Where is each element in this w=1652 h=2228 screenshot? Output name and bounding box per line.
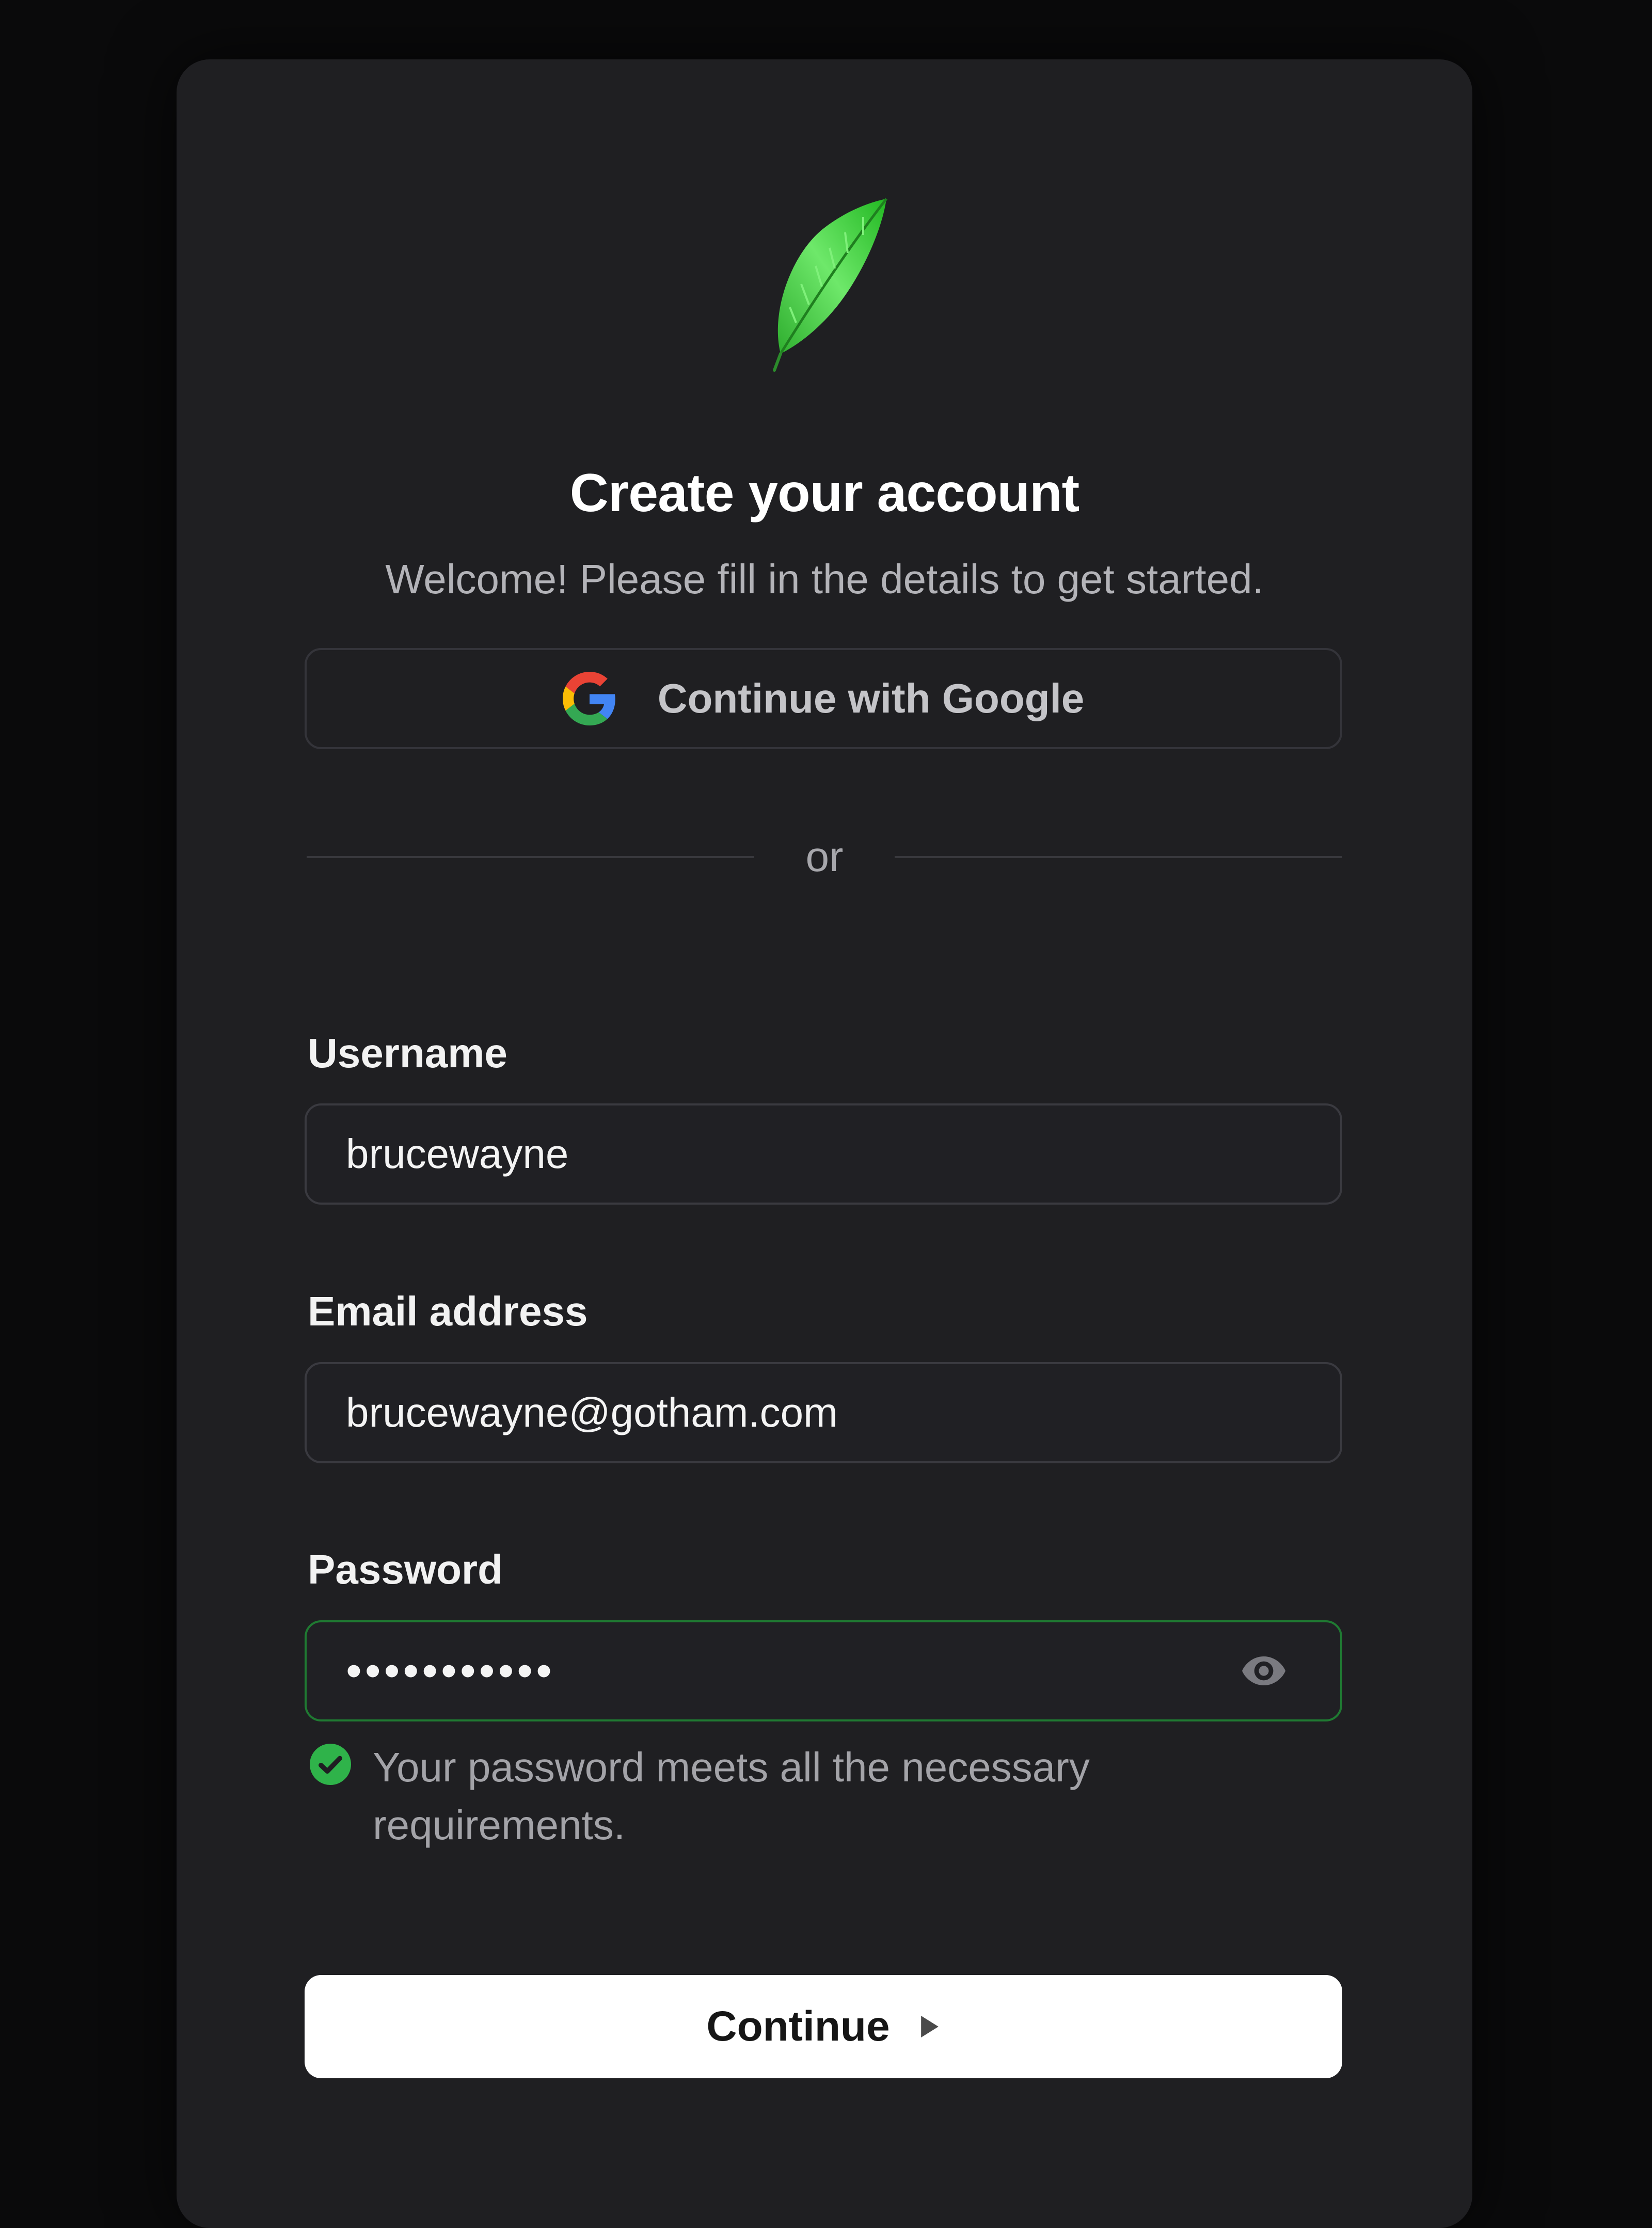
username-input[interactable] (307, 1105, 1340, 1203)
page-title: Create your account (569, 463, 1080, 523)
username-field-box (305, 1103, 1342, 1205)
feather-logo-icon (773, 198, 887, 372)
divider-line-left (307, 856, 754, 858)
password-input[interactable] (307, 1622, 1239, 1719)
check-circle-icon (310, 1744, 351, 1785)
password-field-box (305, 1620, 1342, 1721)
divider-text: or (805, 833, 844, 880)
google-g-icon (562, 672, 615, 725)
username-label: Username (308, 1030, 507, 1076)
page-subtitle: Welcome! Please fill in the details to g… (385, 556, 1264, 602)
divider-line-right (895, 856, 1343, 858)
password-label: Password (308, 1546, 503, 1592)
continue-button-label: Continue (706, 2003, 890, 2050)
continue-button[interactable]: Continue (305, 1975, 1342, 2078)
google-button-label: Continue with Google (657, 675, 1085, 721)
email-input[interactable] (307, 1364, 1340, 1461)
or-divider: or (307, 826, 1343, 888)
password-hint: Your password meets all the necessary re… (373, 1744, 1090, 1848)
email-label: Email address (308, 1288, 588, 1334)
play-arrow-icon (920, 2016, 939, 2037)
eye-icon[interactable] (1239, 1646, 1289, 1696)
continue-with-google-button[interactable]: Continue with Google (305, 648, 1342, 749)
email-field-box (305, 1362, 1342, 1463)
signup-card: Create your account Welcome! Please fill… (177, 59, 1472, 2228)
